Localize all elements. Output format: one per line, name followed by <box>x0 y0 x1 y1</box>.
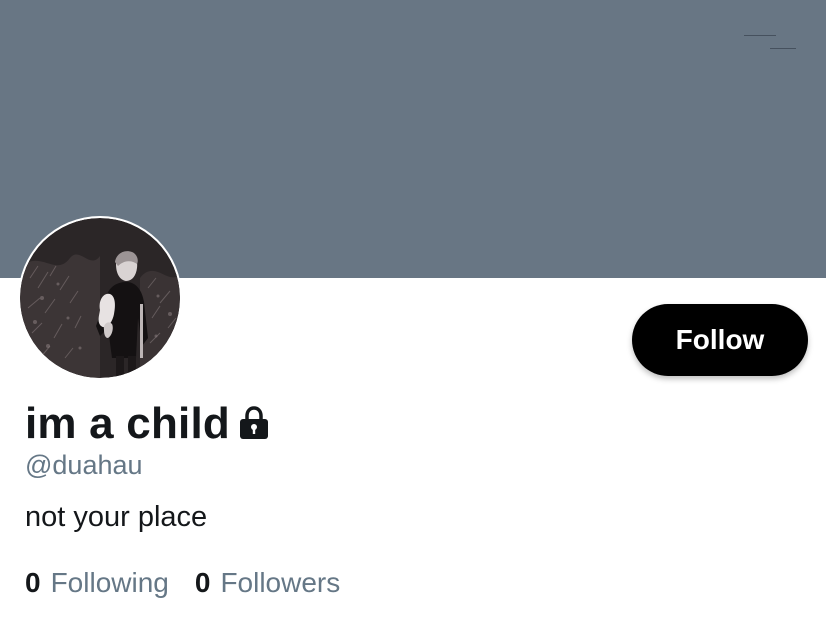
display-name: im a child <box>25 399 230 448</box>
profile-stats: 0 Following 0 Followers <box>25 567 366 599</box>
follow-button[interactable]: Follow <box>632 304 808 376</box>
name-row: im a child <box>25 398 270 450</box>
profile-handle: @duahau <box>25 450 143 480</box>
following-count: 0 <box>25 567 41 598</box>
following-link[interactable]: 0 Following <box>25 567 169 599</box>
profile-page: Follow im a child @duahau not your place… <box>0 0 826 623</box>
followers-link[interactable]: 0 Followers <box>195 567 340 599</box>
avatar-photo <box>20 218 180 378</box>
following-label: Following <box>50 567 169 598</box>
lock-icon <box>238 405 270 441</box>
banner-mark <box>744 35 776 36</box>
followers-count: 0 <box>194 567 211 598</box>
avatar[interactable] <box>18 216 182 380</box>
followers-label: Followers <box>220 567 341 598</box>
banner-mark <box>770 48 796 49</box>
profile-bio: not your place <box>25 501 208 533</box>
